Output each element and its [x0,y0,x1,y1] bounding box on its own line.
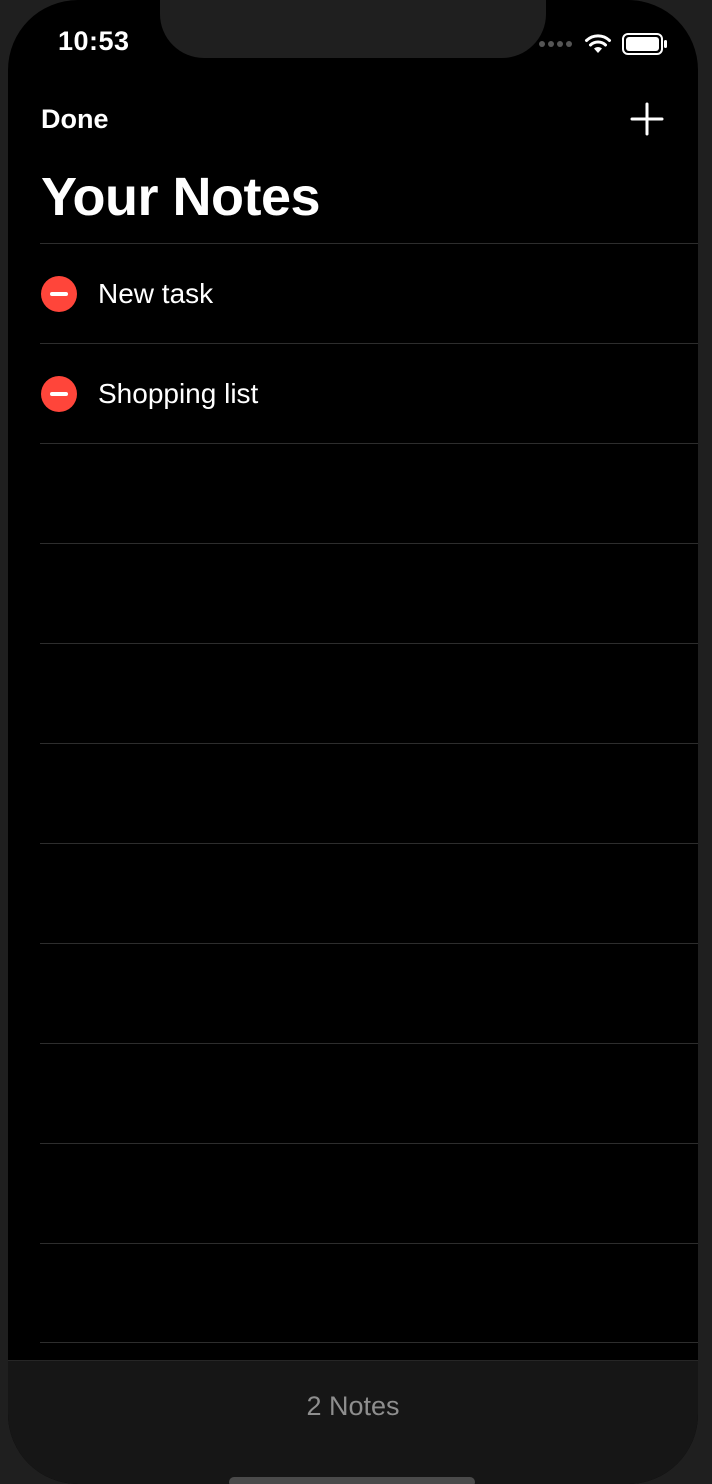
empty-row [40,843,698,943]
empty-row [40,1143,698,1243]
delete-icon[interactable] [41,376,77,412]
device-frame: 10:53 Done Your Notes New task Shopping … [0,0,712,1484]
device-notch [160,0,546,58]
empty-row [40,943,698,1043]
empty-row [40,443,698,543]
empty-row [40,743,698,843]
empty-row [40,1043,698,1143]
empty-row [40,1243,698,1343]
delete-icon[interactable] [41,276,77,312]
navigation-bar: Done [8,90,698,150]
wifi-icon [585,34,611,53]
plus-icon[interactable] [630,102,664,136]
notes-list: New task Shopping list [40,243,698,1343]
empty-row [40,643,698,743]
bottom-toolbar: 2 Notes [8,1360,698,1484]
app-screen: 10:53 Done Your Notes New task Shopping … [8,0,698,1484]
status-bar: 10:53 [8,0,698,90]
battery-icon [622,33,667,55]
note-label: New task [98,278,214,309]
note-row[interactable]: New task [40,243,698,343]
status-icons [538,33,668,55]
status-time: 10:53 [58,26,130,56]
note-label: Shopping list [98,378,259,409]
notes-count: 2 Notes [306,1391,400,1421]
done-button[interactable]: Done [41,104,109,135]
empty-row [40,543,698,643]
note-row[interactable]: Shopping list [40,343,698,443]
home-indicator[interactable] [229,1477,475,1484]
page-title: Your Notes [41,167,321,227]
signal-icon [539,41,572,47]
